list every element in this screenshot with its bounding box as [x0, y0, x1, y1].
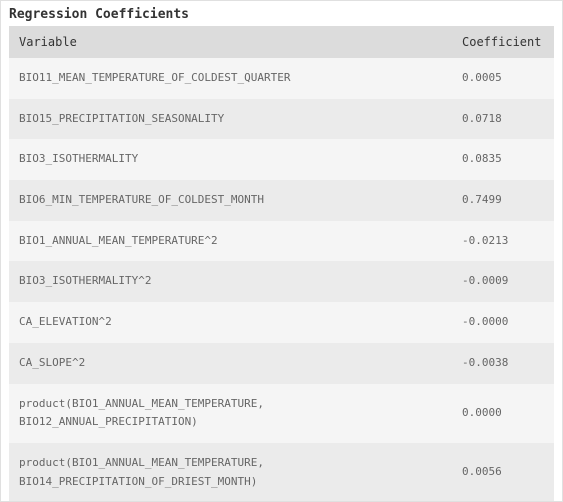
cell-variable: product(BIO1_ANNUAL_MEAN_TEMPERATURE, BI…	[9, 384, 452, 443]
cell-coefficient: -0.0009	[452, 261, 554, 302]
table-row: BIO11_MEAN_TEMPERATURE_OF_COLDEST_QUARTE…	[9, 58, 554, 99]
table-row: CA_ELEVATION^2-0.0000	[9, 302, 554, 343]
cell-variable: CA_ELEVATION^2	[9, 302, 452, 343]
cell-coefficient: -0.0000	[452, 302, 554, 343]
cell-coefficient: 0.7499	[452, 180, 554, 221]
cell-coefficient: 0.0000	[452, 384, 554, 443]
regression-panel: Regression Coefficients Variable Coeffic…	[0, 0, 563, 502]
cell-variable: product(BIO1_ANNUAL_MEAN_TEMPERATURE, BI…	[9, 443, 452, 502]
cell-coefficient: 0.0718	[452, 99, 554, 140]
table-row: BIO6_MIN_TEMPERATURE_OF_COLDEST_MONTH0.7…	[9, 180, 554, 221]
coefficients-table: Variable Coefficient BIO11_MEAN_TEMPERAT…	[9, 26, 554, 502]
cell-coefficient: 0.0056	[452, 443, 554, 502]
panel-title: Regression Coefficients	[1, 1, 562, 26]
table-row: BIO1_ANNUAL_MEAN_TEMPERATURE^2-0.0213	[9, 221, 554, 262]
cell-variable: BIO6_MIN_TEMPERATURE_OF_COLDEST_MONTH	[9, 180, 452, 221]
cell-variable: BIO3_ISOTHERMALITY	[9, 139, 452, 180]
cell-variable: BIO15_PRECIPITATION_SEASONALITY	[9, 99, 452, 140]
col-variable: Variable	[9, 26, 452, 58]
table-row: BIO3_ISOTHERMALITY^2-0.0009	[9, 261, 554, 302]
col-coefficient: Coefficient	[452, 26, 554, 58]
cell-variable: BIO1_ANNUAL_MEAN_TEMPERATURE^2	[9, 221, 452, 262]
table-row: BIO15_PRECIPITATION_SEASONALITY0.0718	[9, 99, 554, 140]
cell-coefficient: -0.0038	[452, 343, 554, 384]
table-header-row: Variable Coefficient	[9, 26, 554, 58]
cell-variable: BIO3_ISOTHERMALITY^2	[9, 261, 452, 302]
table-row: CA_SLOPE^2-0.0038	[9, 343, 554, 384]
cell-coefficient: -0.0213	[452, 221, 554, 262]
table-row: product(BIO1_ANNUAL_MEAN_TEMPERATURE, BI…	[9, 443, 554, 502]
table-row: product(BIO1_ANNUAL_MEAN_TEMPERATURE, BI…	[9, 384, 554, 443]
cell-variable: CA_SLOPE^2	[9, 343, 452, 384]
table-wrap: Variable Coefficient BIO11_MEAN_TEMPERAT…	[1, 26, 562, 502]
cell-variable: BIO11_MEAN_TEMPERATURE_OF_COLDEST_QUARTE…	[9, 58, 452, 99]
cell-coefficient: 0.0835	[452, 139, 554, 180]
table-row: BIO3_ISOTHERMALITY0.0835	[9, 139, 554, 180]
cell-coefficient: 0.0005	[452, 58, 554, 99]
